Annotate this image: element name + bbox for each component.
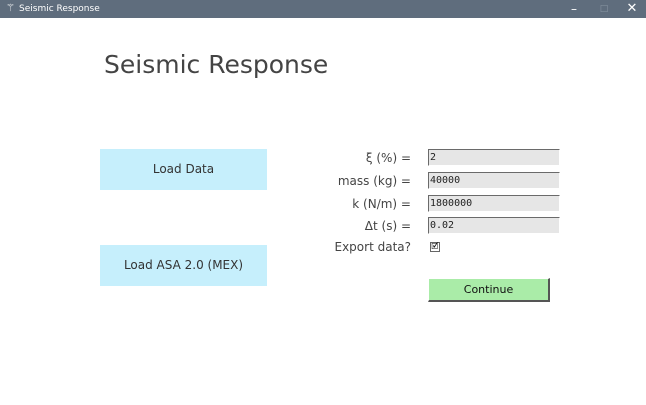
minimize-button[interactable]: – [560, 0, 588, 18]
stiffness-field[interactable] [428, 195, 560, 212]
load-asa-button[interactable]: Load ASA 2.0 (MEX) [100, 245, 267, 286]
page-title: Seismic Response [104, 50, 329, 79]
mass-field[interactable] [428, 172, 560, 189]
maximize-button[interactable]: □ [590, 0, 618, 18]
feather-icon: ⚚ [6, 3, 15, 14]
continue-button[interactable]: Continue [428, 278, 550, 302]
export-data-checkbox[interactable]: 🗹 [430, 242, 440, 252]
damping-label: ξ (%) = [365, 151, 411, 165]
time-step-label: Δt (s) = [364, 219, 411, 233]
damping-field[interactable] [428, 149, 560, 166]
check-icon: 🗹 [431, 242, 439, 251]
load-data-button[interactable]: Load Data [100, 149, 267, 190]
export-data-label: Export data? [334, 240, 412, 254]
window-title: Seismic Response [19, 4, 100, 14]
window-titlebar: ⚚ Seismic Response – □ ✕ [0, 0, 646, 18]
stiffness-label: k (N/m) = [352, 197, 411, 211]
mass-label: mass (kg) = [337, 174, 411, 188]
time-step-field[interactable] [428, 217, 560, 234]
close-button[interactable]: ✕ [618, 0, 646, 18]
